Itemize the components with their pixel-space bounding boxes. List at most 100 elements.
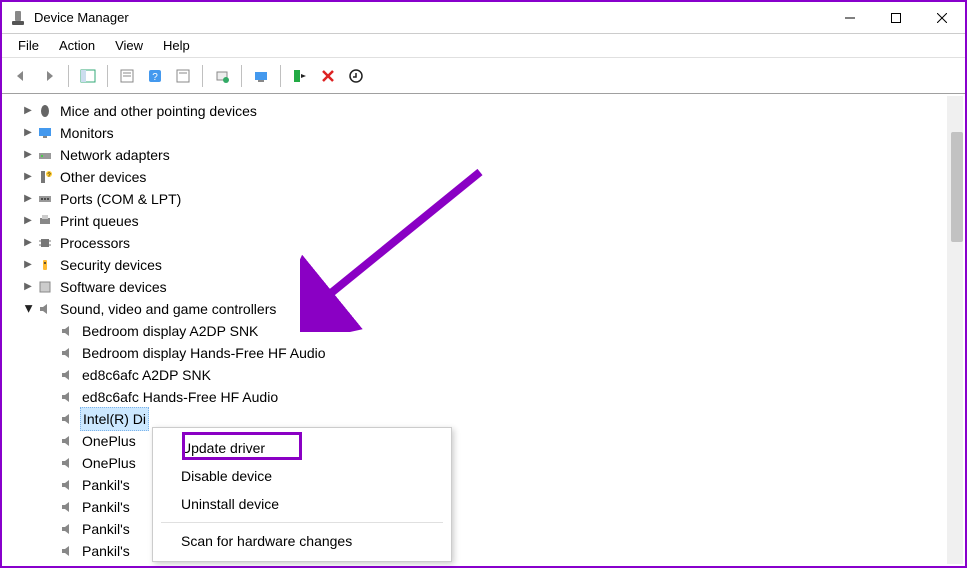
- device-label: Intel(R) Di: [80, 407, 149, 431]
- sound-icon: [58, 411, 76, 427]
- device-label: Bedroom display Hands-Free HF Audio: [80, 342, 328, 364]
- tree-category[interactable]: ▶ Monitors: [20, 122, 965, 144]
- device-label: Pankil's: [80, 496, 132, 518]
- sound-icon: [58, 345, 76, 361]
- category-label: Sound, video and game controllers: [58, 298, 278, 320]
- toolbar-separator: [68, 65, 69, 87]
- monitor-icon: [36, 125, 54, 141]
- chevron-right-icon[interactable]: ▶: [20, 210, 36, 232]
- window-controls: [827, 2, 965, 34]
- category-label: Processors: [58, 232, 132, 254]
- category-label: Monitors: [58, 122, 116, 144]
- tree-category[interactable]: ▶ Print queues: [20, 210, 965, 232]
- category-label: Software devices: [58, 276, 169, 298]
- chevron-right-icon[interactable]: ▶: [20, 122, 36, 144]
- update-driver-button[interactable]: [248, 63, 274, 89]
- sound-icon: [58, 477, 76, 493]
- menu-file[interactable]: File: [8, 36, 49, 55]
- menu-view[interactable]: View: [105, 36, 153, 55]
- port-icon: [36, 191, 54, 207]
- minimize-button[interactable]: [827, 2, 873, 34]
- sound-icon: [58, 455, 76, 471]
- category-label: Security devices: [58, 254, 164, 276]
- network-icon: [36, 147, 54, 163]
- help-button[interactable]: ?: [142, 63, 168, 89]
- ctx-scan-hardware[interactable]: Scan for hardware changes: [153, 527, 451, 555]
- svg-text:?: ?: [152, 72, 158, 83]
- printer-icon: [36, 213, 54, 229]
- toolbar-separator: [107, 65, 108, 87]
- chevron-right-icon[interactable]: ▶: [20, 254, 36, 276]
- tree-device-item[interactable]: ed8c6afc A2DP SNK: [42, 364, 965, 386]
- ctx-disable-device[interactable]: Disable device: [153, 462, 451, 490]
- device-label: ed8c6afc Hands-Free HF Audio: [80, 386, 280, 408]
- device-label: Pankil's: [80, 540, 132, 562]
- chevron-right-icon[interactable]: ▶: [20, 232, 36, 254]
- device-label: OnePlus: [80, 452, 138, 474]
- tree-device-item[interactable]: Bedroom display Hands-Free HF Audio: [42, 342, 965, 364]
- sound-icon: [58, 521, 76, 537]
- category-label: Print queues: [58, 210, 141, 232]
- cpu-icon: [36, 235, 54, 251]
- scan-button[interactable]: [209, 63, 235, 89]
- device-label: Pankil's: [80, 518, 132, 540]
- forward-button[interactable]: [36, 63, 62, 89]
- ctx-update-driver[interactable]: Update driver: [153, 434, 451, 462]
- properties2-button[interactable]: [170, 63, 196, 89]
- category-label: Other devices: [58, 166, 148, 188]
- software-icon: [36, 279, 54, 295]
- category-label: Ports (COM & LPT): [58, 188, 183, 210]
- chevron-down-icon[interactable]: ▶: [17, 301, 39, 317]
- chevron-right-icon[interactable]: ▶: [20, 276, 36, 298]
- maximize-button[interactable]: [873, 2, 919, 34]
- sound-icon: [58, 543, 76, 559]
- sound-icon: [58, 433, 76, 449]
- tree-category[interactable]: ▶ Processors: [20, 232, 965, 254]
- scrollbar-thumb[interactable]: [951, 132, 963, 242]
- toolbar-separator: [280, 65, 281, 87]
- category-label: Mice and other pointing devices: [58, 100, 259, 122]
- menu-action[interactable]: Action: [49, 36, 105, 55]
- toolbar-separator: [241, 65, 242, 87]
- back-button[interactable]: [8, 63, 34, 89]
- sound-icon: [58, 367, 76, 383]
- chevron-right-icon[interactable]: ▶: [20, 100, 36, 122]
- chevron-right-icon[interactable]: ▶: [20, 144, 36, 166]
- chevron-right-icon[interactable]: ▶: [20, 188, 36, 210]
- menu-help[interactable]: Help: [153, 36, 200, 55]
- close-button[interactable]: [919, 2, 965, 34]
- tree-category[interactable]: ▶ Ports (COM & LPT): [20, 188, 965, 210]
- device-tree[interactable]: ▶ Mice and other pointing devices ▶ Monitor…: [2, 94, 965, 566]
- other-icon: ?: [36, 169, 54, 185]
- titlebar: Device Manager: [2, 2, 965, 34]
- device-label: OnePlus: [80, 430, 138, 452]
- sound-icon: [58, 499, 76, 515]
- show-hide-tree-button[interactable]: [75, 63, 101, 89]
- device-label: Bedroom display A2DP SNK: [80, 320, 260, 342]
- menubar: File Action View Help: [2, 34, 965, 58]
- tree-category[interactable]: ▶ Software devices: [20, 276, 965, 298]
- tree-device-item[interactable]: Bedroom display A2DP SNK: [42, 320, 965, 342]
- ctx-uninstall-device[interactable]: Uninstall device: [153, 490, 451, 518]
- sound-icon: [58, 389, 76, 405]
- uninstall-button[interactable]: [315, 63, 341, 89]
- properties-button[interactable]: [114, 63, 140, 89]
- window-title: Device Manager: [34, 10, 827, 25]
- tree-category[interactable]: ▶ Network adapters: [20, 144, 965, 166]
- enable-button[interactable]: [287, 63, 313, 89]
- mouse-icon: [36, 103, 54, 119]
- tree-category-expanded[interactable]: ▶ Sound, video and game controllers: [20, 298, 965, 320]
- context-menu: Update driver Disable device Uninstall d…: [152, 427, 452, 562]
- chevron-right-icon[interactable]: ▶: [20, 166, 36, 188]
- device-label: ed8c6afc A2DP SNK: [80, 364, 213, 386]
- tree-category[interactable]: ▶ Security devices: [20, 254, 965, 276]
- tree-category[interactable]: ▶?Other devices: [20, 166, 965, 188]
- tree-device-item[interactable]: ed8c6afc Hands-Free HF Audio: [42, 386, 965, 408]
- app-icon: [10, 10, 26, 26]
- tree-category[interactable]: ▶ Mice and other pointing devices: [20, 100, 965, 122]
- toolbar-separator: [202, 65, 203, 87]
- security-icon: [36, 257, 54, 273]
- action-button[interactable]: [343, 63, 369, 89]
- ctx-separator: [161, 522, 443, 523]
- category-label: Network adapters: [58, 144, 172, 166]
